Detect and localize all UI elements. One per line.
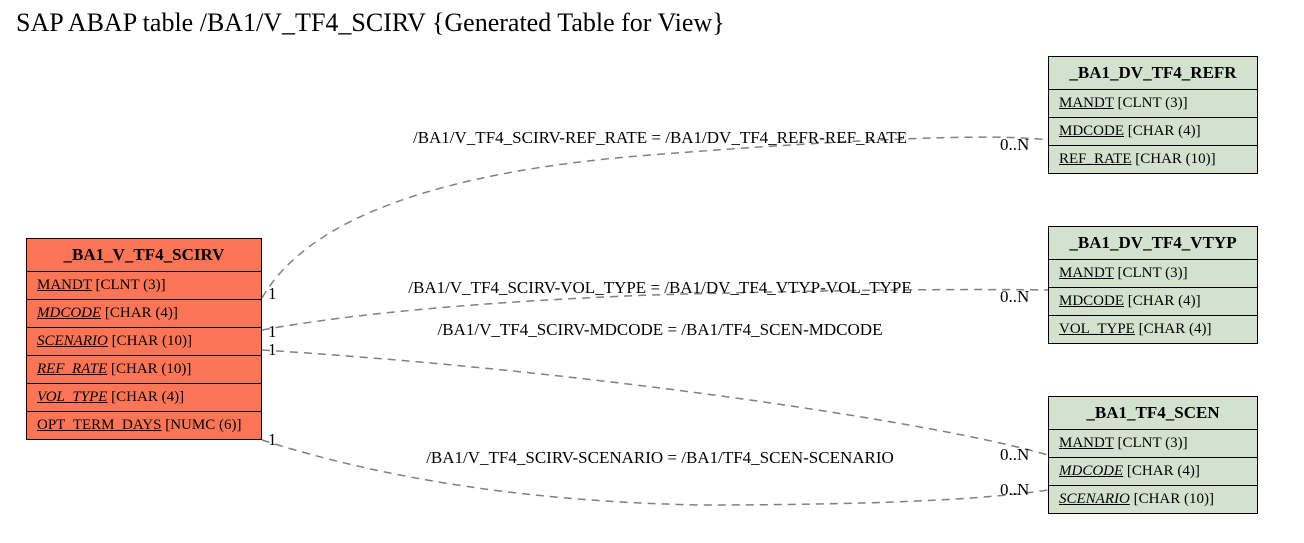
entity-main-field: OPT_TERM_DAYS [NUMC (6)] [27,412,261,439]
cardinality-right: 0..N [1000,287,1029,307]
entity-main-header: _BA1_V_TF4_SCIRV [27,239,261,272]
cardinality-left: 1 [268,430,277,450]
entity-refr-field: MDCODE [CHAR (4)] [1049,118,1257,146]
entity-scen-field: MDCODE [CHAR (4)] [1049,458,1257,486]
cardinality-right: 0..N [1000,135,1029,155]
entity-vtyp-field: VOL_TYPE [CHAR (4)] [1049,316,1257,343]
entity-vtyp-header: _BA1_DV_TF4_VTYP [1049,227,1257,260]
entity-vtyp: _BA1_DV_TF4_VTYP MANDT [CLNT (3)] MDCODE… [1048,226,1258,344]
relation-label: /BA1/V_TF4_SCIRV-VOL_TYPE = /BA1/DV_TF4_… [350,278,970,298]
entity-vtyp-field: MANDT [CLNT (3)] [1049,260,1257,288]
cardinality-left: 1 [268,340,277,360]
entity-main-field: MANDT [CLNT (3)] [27,272,261,300]
entity-main-field: REF_RATE [CHAR (10)] [27,356,261,384]
relation-label: /BA1/V_TF4_SCIRV-MDCODE = /BA1/TF4_SCEN-… [350,320,970,340]
entity-refr-header: _BA1_DV_TF4_REFR [1049,57,1257,90]
relation-label: /BA1/V_TF4_SCIRV-REF_RATE = /BA1/DV_TF4_… [350,128,970,148]
relation-label: /BA1/V_TF4_SCIRV-SCENARIO = /BA1/TF4_SCE… [350,448,970,468]
cardinality-left: 1 [268,322,277,342]
entity-scen-field: MANDT [CLNT (3)] [1049,430,1257,458]
entity-refr: _BA1_DV_TF4_REFR MANDT [CLNT (3)] MDCODE… [1048,56,1258,174]
entity-main-field: VOL_TYPE [CHAR (4)] [27,384,261,412]
page-title: SAP ABAP table /BA1/V_TF4_SCIRV {Generat… [16,8,725,38]
entity-main: _BA1_V_TF4_SCIRV MANDT [CLNT (3)] MDCODE… [26,238,262,440]
entity-scen-header: _BA1_TF4_SCEN [1049,397,1257,430]
entity-refr-field: REF_RATE [CHAR (10)] [1049,146,1257,173]
cardinality-right: 0..N [1000,480,1029,500]
entity-refr-field: MANDT [CLNT (3)] [1049,90,1257,118]
cardinality-right: 0..N [1000,445,1029,465]
entity-scen: _BA1_TF4_SCEN MANDT [CLNT (3)] MDCODE [C… [1048,396,1258,514]
entity-main-field: SCENARIO [CHAR (10)] [27,328,261,356]
entity-main-field: MDCODE [CHAR (4)] [27,300,261,328]
entity-vtyp-field: MDCODE [CHAR (4)] [1049,288,1257,316]
cardinality-left: 1 [268,284,277,304]
entity-scen-field: SCENARIO [CHAR (10)] [1049,486,1257,513]
